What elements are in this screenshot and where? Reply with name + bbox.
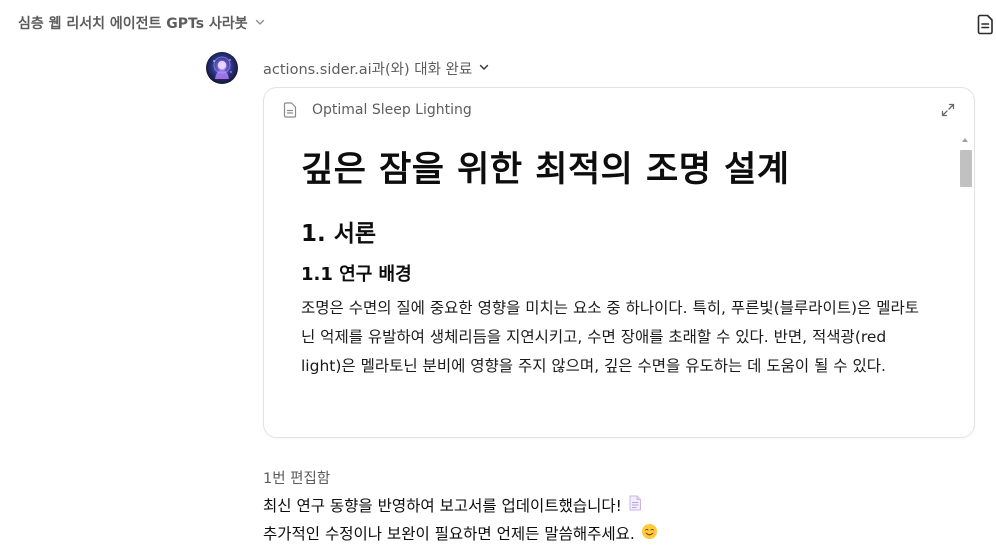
expand-icon[interactable]	[940, 102, 956, 122]
gpt-name: 심층 웹 리서치 에이전트 GPTs 사라봇	[18, 16, 248, 32]
gpt-avatar	[206, 52, 238, 84]
edit-count-label: 1번 편집함	[263, 471, 331, 487]
subsection-heading: 1.1 연구 배경	[301, 264, 412, 285]
canvas-header: Optimal Sleep Lighting	[264, 88, 974, 132]
file-icon	[283, 102, 297, 122]
top-bar: 심층 웹 리서치 에이전트 GPTs 사라봇	[0, 0, 996, 46]
action-text: actions.sider.ai과(와) 대화 완료	[263, 62, 473, 78]
canvas-content: 깊은 잠을 위한 최적의 조명 설계 1. 서론 1.1 연구 배경 조명은 수…	[301, 148, 921, 381]
document-title: 깊은 잠을 위한 최적의 조명 설계	[301, 150, 790, 190]
document-icon[interactable]	[976, 13, 996, 35]
scroll-thumb[interactable]	[960, 150, 972, 187]
scroll-up-arrow-icon[interactable]	[962, 138, 968, 142]
message-text: 최신 연구 동향을 반영하여 보고서를 업데이트했습니다!	[263, 497, 622, 515]
message-text: 추가적인 수정이나 보완이 필요하면 언제든 말씀해주세요.	[263, 525, 635, 543]
body-paragraph: 조명은 수면의 질에 중요한 영향을 미치는 요소 중 하나이다. 특히, 푸른…	[301, 299, 920, 375]
gpt-selector[interactable]: 심층 웹 리서치 에이전트 GPTs 사라봇	[18, 13, 266, 33]
page-emoji-icon	[628, 495, 642, 515]
assistant-message-line: 추가적인 수정이나 보완이 필요하면 언제든 말씀해주세요.	[263, 522, 658, 544]
section-heading: 1. 서론	[301, 221, 377, 247]
action-status[interactable]: actions.sider.ai과(와) 대화 완료	[263, 58, 490, 79]
content-fade	[264, 393, 974, 437]
chevron-down-icon	[478, 61, 490, 77]
canvas-document-card[interactable]: Optimal Sleep Lighting 깊은 잠을 위한 최적의 조명 설…	[263, 87, 975, 438]
canvas-title: Optimal Sleep Lighting	[312, 102, 472, 118]
smiling-face-emoji-icon	[641, 523, 658, 544]
assistant-message-line: 최신 연구 동향을 반영하여 보고서를 업데이트했습니다!	[263, 494, 642, 516]
scrollbar[interactable]	[959, 135, 973, 425]
chevron-down-icon	[254, 15, 266, 32]
